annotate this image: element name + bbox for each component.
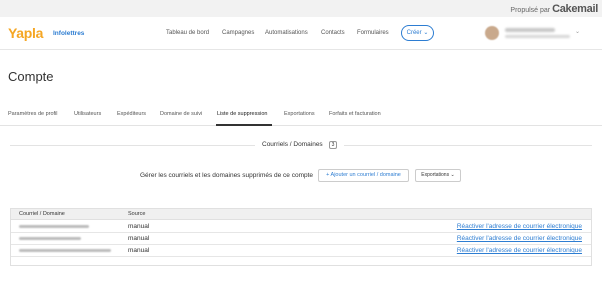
tab-users[interactable]: Utilisateurs xyxy=(74,111,101,117)
email-blurred xyxy=(19,249,111,252)
active-tab-indicator xyxy=(216,124,272,126)
powered-by-label: Propulsé par xyxy=(510,7,551,14)
section-title: Courriels / Domaines xyxy=(262,141,323,148)
table-row: manual Réactiver l'adresse de courrier é… xyxy=(11,221,591,233)
suppression-description: Gérer les courriels et les domaines supp… xyxy=(140,172,314,179)
tab-exports[interactable]: Exportations xyxy=(284,111,315,117)
email-blurred xyxy=(19,225,89,228)
top-bar: Propulsé par Cakemail xyxy=(0,0,602,17)
nav-forms[interactable]: Formulaires xyxy=(357,30,389,36)
section-divider-right xyxy=(344,145,592,146)
table-row: manual Réactiver l'adresse de courrier é… xyxy=(11,233,591,245)
section-divider-left xyxy=(10,145,255,146)
cakemail-logo: Cakemail xyxy=(552,3,598,15)
exports-dropdown[interactable]: Exportations ⌄ xyxy=(415,169,461,182)
create-button[interactable]: Créer ⌄ xyxy=(401,25,434,41)
chevron-down-icon: ⌄ xyxy=(450,172,455,178)
user-name-blurred xyxy=(505,28,555,32)
reactivate-email-link[interactable]: Réactiver l'adresse de courrier électron… xyxy=(457,223,582,230)
tab-suppression-list[interactable]: Liste de suppression xyxy=(217,111,267,117)
tab-senders[interactable]: Expéditeurs xyxy=(117,111,146,117)
tab-profile-settings[interactable]: Paramètres de profil xyxy=(8,111,58,117)
column-header-source: Source xyxy=(128,211,146,217)
source-cell: manual xyxy=(128,247,150,254)
source-cell: manual xyxy=(128,235,150,242)
yapla-logo[interactable]: Yapla xyxy=(8,25,43,41)
account-tabs: Paramètres de profil Utilisateurs Expédi… xyxy=(0,103,602,126)
table-row: manual Réactiver l'adresse de courrier é… xyxy=(11,245,591,257)
count-badge: 3 xyxy=(329,141,337,149)
table-header: Courriel / Domaine Source xyxy=(11,209,591,220)
account-name-link[interactable]: Infolettres xyxy=(53,30,84,37)
exports-dropdown-label: Exportations xyxy=(421,172,450,178)
nav-contacts[interactable]: Contacts xyxy=(321,30,345,36)
nav-campaigns[interactable]: Campagnes xyxy=(222,30,254,36)
powered-by: Propulsé par Cakemail xyxy=(510,3,598,15)
tab-tracking-domain[interactable]: Domaine de suivi xyxy=(160,111,202,117)
column-header-email: Courriel / Domaine xyxy=(19,211,65,217)
source-cell: manual xyxy=(128,223,150,230)
user-menu-chevron-icon[interactable]: ⌄ xyxy=(575,28,580,35)
reactivate-email-link[interactable]: Réactiver l'adresse de courrier électron… xyxy=(457,235,582,242)
email-blurred xyxy=(19,237,81,240)
reactivate-email-link[interactable]: Réactiver l'adresse de courrier électron… xyxy=(457,247,582,254)
nav-dashboard[interactable]: Tableau de bord xyxy=(166,30,209,36)
create-button-label: Créer xyxy=(406,30,422,36)
avatar[interactable] xyxy=(485,26,499,40)
chevron-down-icon: ⌄ xyxy=(423,30,429,36)
main-nav: Yapla Infolettres Tableau de bord Campag… xyxy=(0,17,602,50)
tab-plans-billing[interactable]: Forfaits et facturation xyxy=(329,111,381,117)
suppression-table: Courriel / Domaine Source manual Réactiv… xyxy=(10,208,592,266)
user-email-blurred xyxy=(505,35,570,38)
page-title: Compte xyxy=(8,69,54,84)
nav-automations[interactable]: Automatisations xyxy=(265,30,308,36)
add-email-domain-button[interactable]: + Ajouter un courriel / domaine xyxy=(318,169,409,182)
